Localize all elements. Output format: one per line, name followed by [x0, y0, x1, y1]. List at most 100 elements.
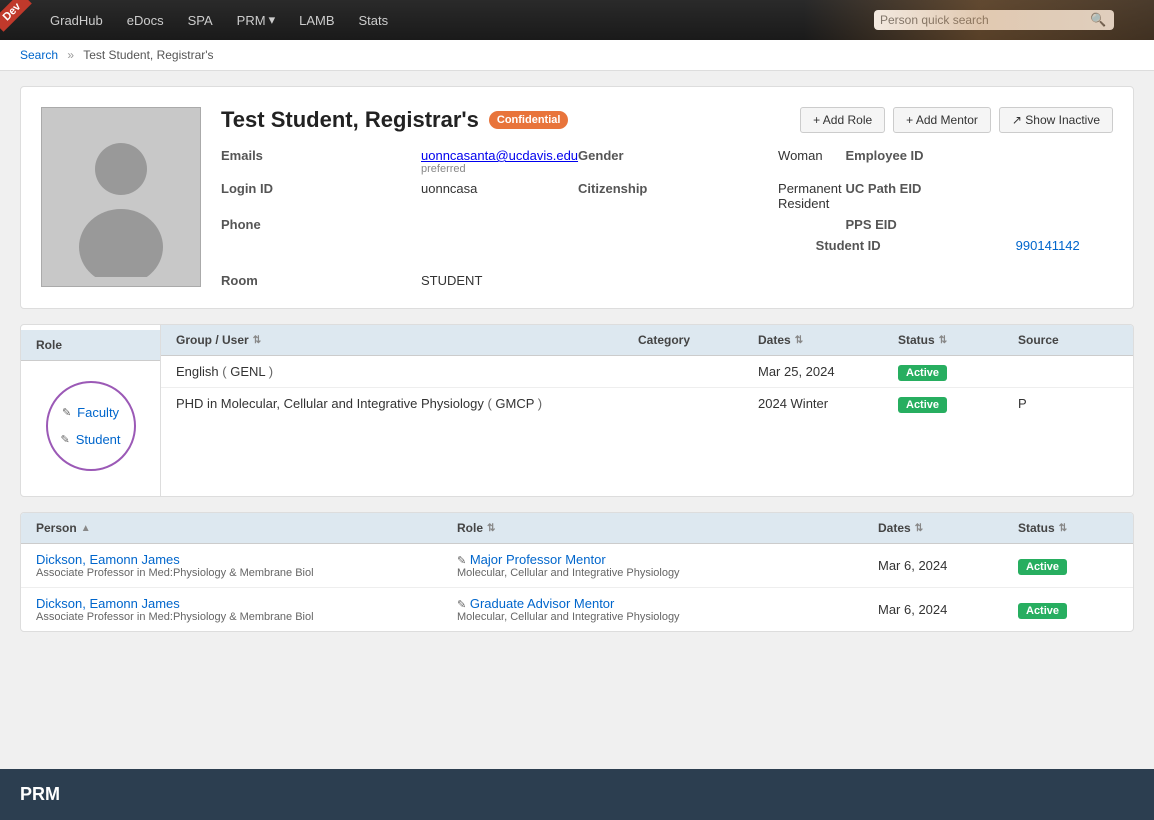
add-mentor-button[interactable]: + Add Mentor [893, 107, 991, 133]
pps-value [1046, 217, 1113, 232]
empty-2 [421, 238, 518, 253]
gender-value: Woman [778, 148, 845, 175]
room-label: Room [221, 273, 421, 288]
role-row-2-status: Active [898, 396, 1018, 411]
main-content: Test Student, Registrar's Confidential +… [0, 71, 1154, 662]
mentor-role-col: Role ⇅ [457, 521, 878, 535]
email-link[interactable]: uonncasanta@ucdavis.edu [421, 148, 578, 163]
role-row-1-dates: Mar 25, 2024 [758, 364, 898, 379]
edit-icon-mentor-2: ✎ [457, 599, 466, 611]
group-user-col: Group / User ⇅ [176, 333, 638, 347]
mentor-2-person-link[interactable]: Dickson, Eamonn James [36, 596, 180, 611]
role-row-1: English ( GENL ) Mar 25, 2024 Active [161, 356, 1133, 388]
student-link[interactable]: Student [76, 432, 121, 447]
citizenship-value: Permanent Resident [778, 181, 845, 211]
employee-id-value [1046, 148, 1113, 175]
profile-name-row: Test Student, Registrar's Confidential +… [221, 107, 1113, 133]
profile-info: Test Student, Registrar's Confidential +… [221, 107, 1113, 288]
show-inactive-button[interactable]: ↗ Show Inactive [999, 107, 1113, 133]
role-sidebar: Role ✎ Faculty ✎ Student [21, 325, 161, 496]
role-row-1-status: Active [898, 364, 1018, 379]
sort-icon-mentor-role[interactable]: ⇅ [487, 523, 495, 534]
faculty-link[interactable]: Faculty [77, 405, 119, 420]
emails-label: Emails [221, 148, 421, 175]
login-id-label: Login ID [221, 181, 421, 211]
mentor-row-2-status: Active [1018, 602, 1118, 617]
mentor-row-2-person: Dickson, Eamonn James Associate Professo… [36, 596, 457, 623]
breadcrumb-current: Test Student, Registrar's [83, 48, 213, 62]
email-sub: preferred [421, 163, 578, 175]
nav-gradhub[interactable]: GradHub [40, 9, 113, 32]
edit-icon-faculty: ✎ [62, 406, 71, 419]
sort-icon-person[interactable]: ▲ [81, 523, 91, 534]
role-col-header: Role [21, 330, 160, 361]
empty-label-1 [578, 217, 778, 232]
status-badge-2: Active [898, 397, 947, 413]
nav-links: GradHub eDocs SPA PRM ▾ LAMB Stats [40, 8, 398, 32]
search-icon: 🔍 [1090, 12, 1106, 28]
sort-icon-dates[interactable]: ⇅ [795, 335, 803, 346]
mentor-2-person-sub: Associate Professor in Med:Physiology & … [36, 611, 457, 623]
mentor-2-role-link[interactable]: Graduate Advisor Mentor [470, 596, 615, 611]
breadcrumb-search-link[interactable]: Search [20, 48, 58, 62]
profile-actions: + Add Role + Add Mentor ↗ Show Inactive [800, 107, 1113, 133]
mentors-section: Person ▲ Role ⇅ Dates ⇅ Status ⇅ Dickson… [20, 512, 1134, 632]
employee-id-label: Employee ID [846, 148, 1046, 175]
chevron-down-icon: ▾ [269, 12, 276, 28]
mentor-1-person-link[interactable]: Dickson, Eamonn James [36, 552, 180, 567]
roles-inner-header: Group / User ⇅ Category Dates ⇅ Status ⇅ [161, 325, 1133, 356]
citizenship-label: Citizenship [578, 181, 778, 211]
student-id-link[interactable]: 990141142 [1016, 238, 1080, 253]
sort-icon-mentor-dates[interactable]: ⇅ [915, 523, 923, 534]
status-badge-1: Active [898, 365, 947, 381]
nav-prm-dropdown[interactable]: PRM ▾ [227, 8, 285, 32]
uc-path-value [1046, 181, 1113, 211]
gender-label: Gender [578, 148, 778, 175]
uc-path-label: UC Path EID [846, 181, 1046, 211]
mentor-1-role-link[interactable]: Major Professor Mentor [470, 552, 606, 567]
dates-col: Dates ⇅ [758, 333, 898, 347]
empty-4 [718, 238, 815, 253]
mentor-row-2: Dickson, Eamonn James Associate Professo… [21, 588, 1133, 631]
mentor-row-2-role: ✎ Graduate Advisor Mentor Molecular, Cel… [457, 596, 878, 623]
roles-section: Role ✎ Faculty ✎ Student [20, 324, 1134, 497]
mentor-row-1-role: ✎ Major Professor Mentor Molecular, Cell… [457, 552, 878, 579]
sort-icon-group[interactable]: ⇅ [253, 335, 261, 346]
page-title: Test Student, Registrar's [221, 107, 479, 133]
nav-spa[interactable]: SPA [178, 9, 223, 32]
email-value: uonncasanta@ucdavis.edu preferred [421, 148, 578, 175]
breadcrumb-separator: » [67, 48, 74, 62]
quick-search-input[interactable] [880, 13, 1090, 27]
role-row-2: PHD in Molecular, Cellular and Integrati… [161, 388, 1133, 419]
role-row-2-group: PHD in Molecular, Cellular and Integrati… [176, 396, 638, 411]
mentors-table-header: Person ▲ Role ⇅ Dates ⇅ Status ⇅ [21, 513, 1133, 544]
role-item-student[interactable]: ✎ Student [45, 426, 135, 453]
add-role-button[interactable]: + Add Role [800, 107, 885, 133]
sort-icon-mentor-status[interactable]: ⇅ [1059, 523, 1067, 534]
quick-search-box[interactable]: 🔍 [874, 10, 1114, 30]
profile-card: Test Student, Registrar's Confidential +… [20, 86, 1134, 309]
edit-icon-student: ✎ [60, 433, 69, 446]
sort-icon-status[interactable]: ⇅ [939, 335, 947, 346]
nav-edocs[interactable]: eDocs [117, 9, 174, 32]
source-col: Source [1018, 333, 1118, 347]
mentor-person-col: Person ▲ [36, 521, 457, 535]
mentor-row-1-dates: Mar 6, 2024 [878, 558, 1018, 573]
nav-stats[interactable]: Stats [349, 9, 399, 32]
avatar [41, 107, 201, 287]
mentor-status-col: Status ⇅ [1018, 521, 1118, 535]
breadcrumb: Search » Test Student, Registrar's [0, 40, 1154, 71]
nav-lamb[interactable]: LAMB [289, 9, 344, 32]
pps-label: PPS EID [846, 217, 1046, 232]
role-item-faculty[interactable]: ✎ Faculty [47, 399, 134, 426]
student-id-value: 990141142 [1016, 238, 1113, 253]
empty-3 [518, 238, 718, 253]
status-badge-mentor-2: Active [1018, 603, 1067, 619]
phone-label: Phone [221, 217, 421, 232]
avatar-silhouette [61, 117, 181, 277]
mentor-dates-col: Dates ⇅ [878, 521, 1018, 535]
student-id-label: Student ID [816, 238, 1016, 253]
mentor-1-person-sub: Associate Professor in Med:Physiology & … [36, 567, 457, 579]
empty-1 [221, 238, 421, 253]
role-row-2-dates: 2024 Winter [758, 396, 898, 411]
